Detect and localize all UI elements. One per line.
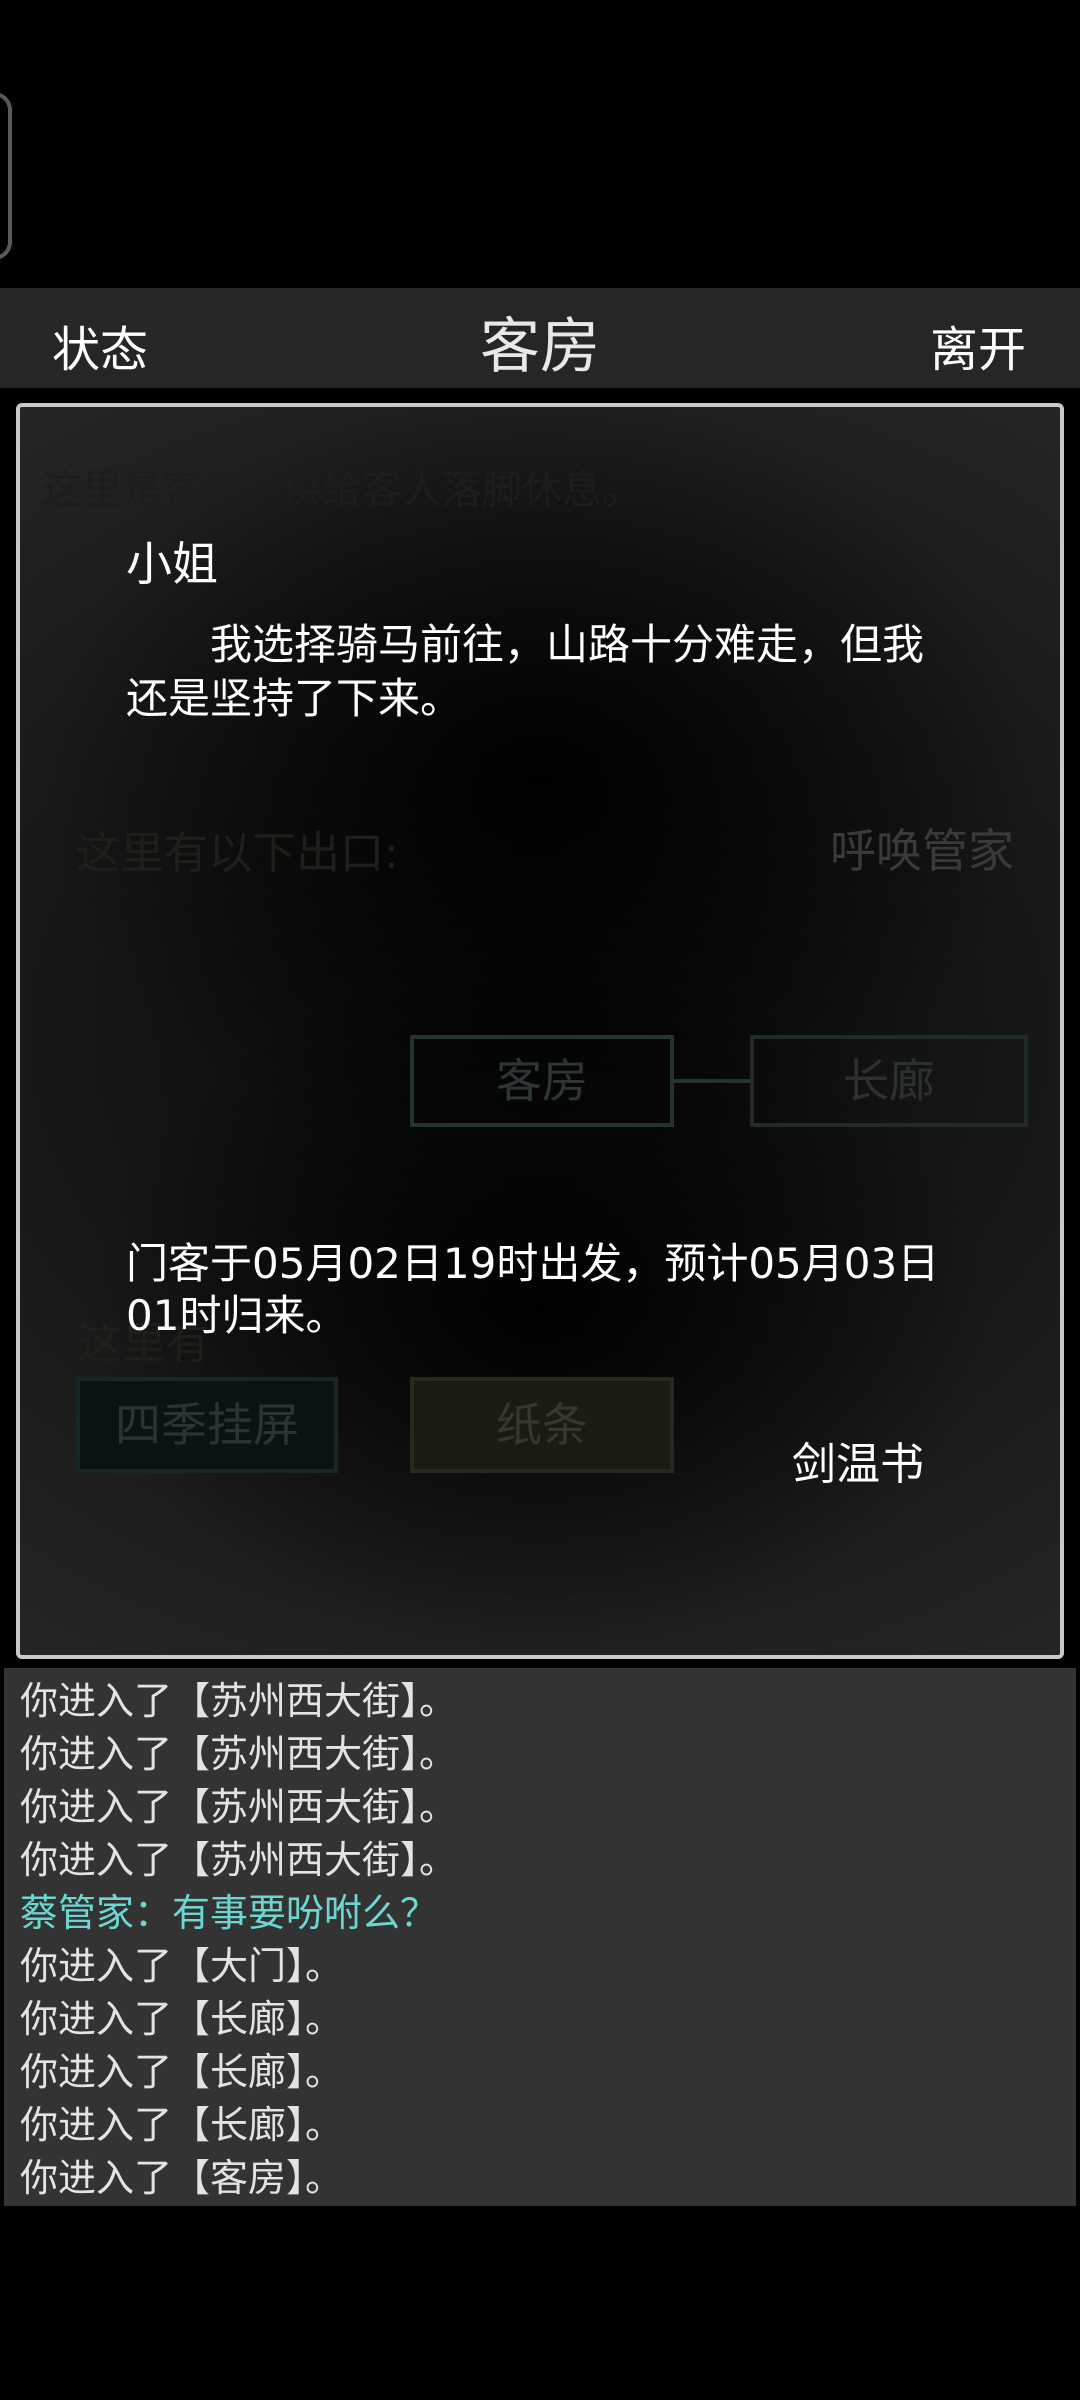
log-line: 你进入了【大门】。 bbox=[20, 1944, 344, 1988]
exits-label: 这里有以下出口: bbox=[76, 828, 399, 879]
log-line-npc: 蔡管家：有事要吩咐么？ bbox=[20, 1891, 439, 1935]
log-line: 你进入了【苏州西大街】。 bbox=[20, 1732, 458, 1776]
item-button-note[interactable]: 纸条 bbox=[410, 1377, 674, 1473]
dialog-text[interactable]: 我选择骑马前往，山路十分难走，但我还是坚持了下来。 bbox=[126, 618, 936, 726]
log-line: 你进入了【苏州西大街】。 bbox=[20, 1838, 458, 1882]
dialog-author: 剑温书 bbox=[792, 1439, 924, 1490]
dialog-speaker: 小姐 bbox=[126, 537, 218, 591]
log-line: 你进入了【客房】。 bbox=[20, 2156, 344, 2200]
header-bar: 状态 客房 离开 bbox=[0, 288, 1080, 388]
room-title: 客房 bbox=[480, 312, 600, 382]
side-panel-edge[interactable] bbox=[0, 92, 12, 260]
log-line: 你进入了【苏州西大街】。 bbox=[20, 1679, 458, 1723]
log-line: 你进入了【长廊】。 bbox=[20, 2103, 344, 2147]
message-log[interactable]: 你进入了【苏州西大街】。 你进入了【苏州西大街】。 你进入了【苏州西大街】。 你… bbox=[4, 1668, 1076, 2206]
map-room-corridor[interactable]: 长廊 bbox=[750, 1035, 1028, 1127]
log-line: 你进入了【长廊】。 bbox=[20, 1997, 344, 2041]
log-line: 你进入了【长廊】。 bbox=[20, 2050, 344, 2094]
game-screen: 状态 客房 离开 这里是客房，供给客人落脚休息。 这里有以下出口: 呼唤管家 客… bbox=[0, 0, 1080, 2400]
room-description: 这里是客房，供给客人落脚休息。 bbox=[42, 467, 642, 513]
map-connector bbox=[674, 1079, 750, 1083]
item-button-screen[interactable]: 四季挂屏 bbox=[76, 1377, 338, 1473]
call-steward-button[interactable]: 呼唤管家 bbox=[830, 815, 1014, 881]
map-room-current: 客房 bbox=[410, 1035, 674, 1127]
log-line: 你进入了【苏州西大街】。 bbox=[20, 1785, 458, 1829]
leave-button[interactable]: 离开 bbox=[930, 310, 1026, 380]
dialog-notice: 门客于05月02日19时出发，预计05月03日01时归来。 bbox=[126, 1239, 940, 1340]
